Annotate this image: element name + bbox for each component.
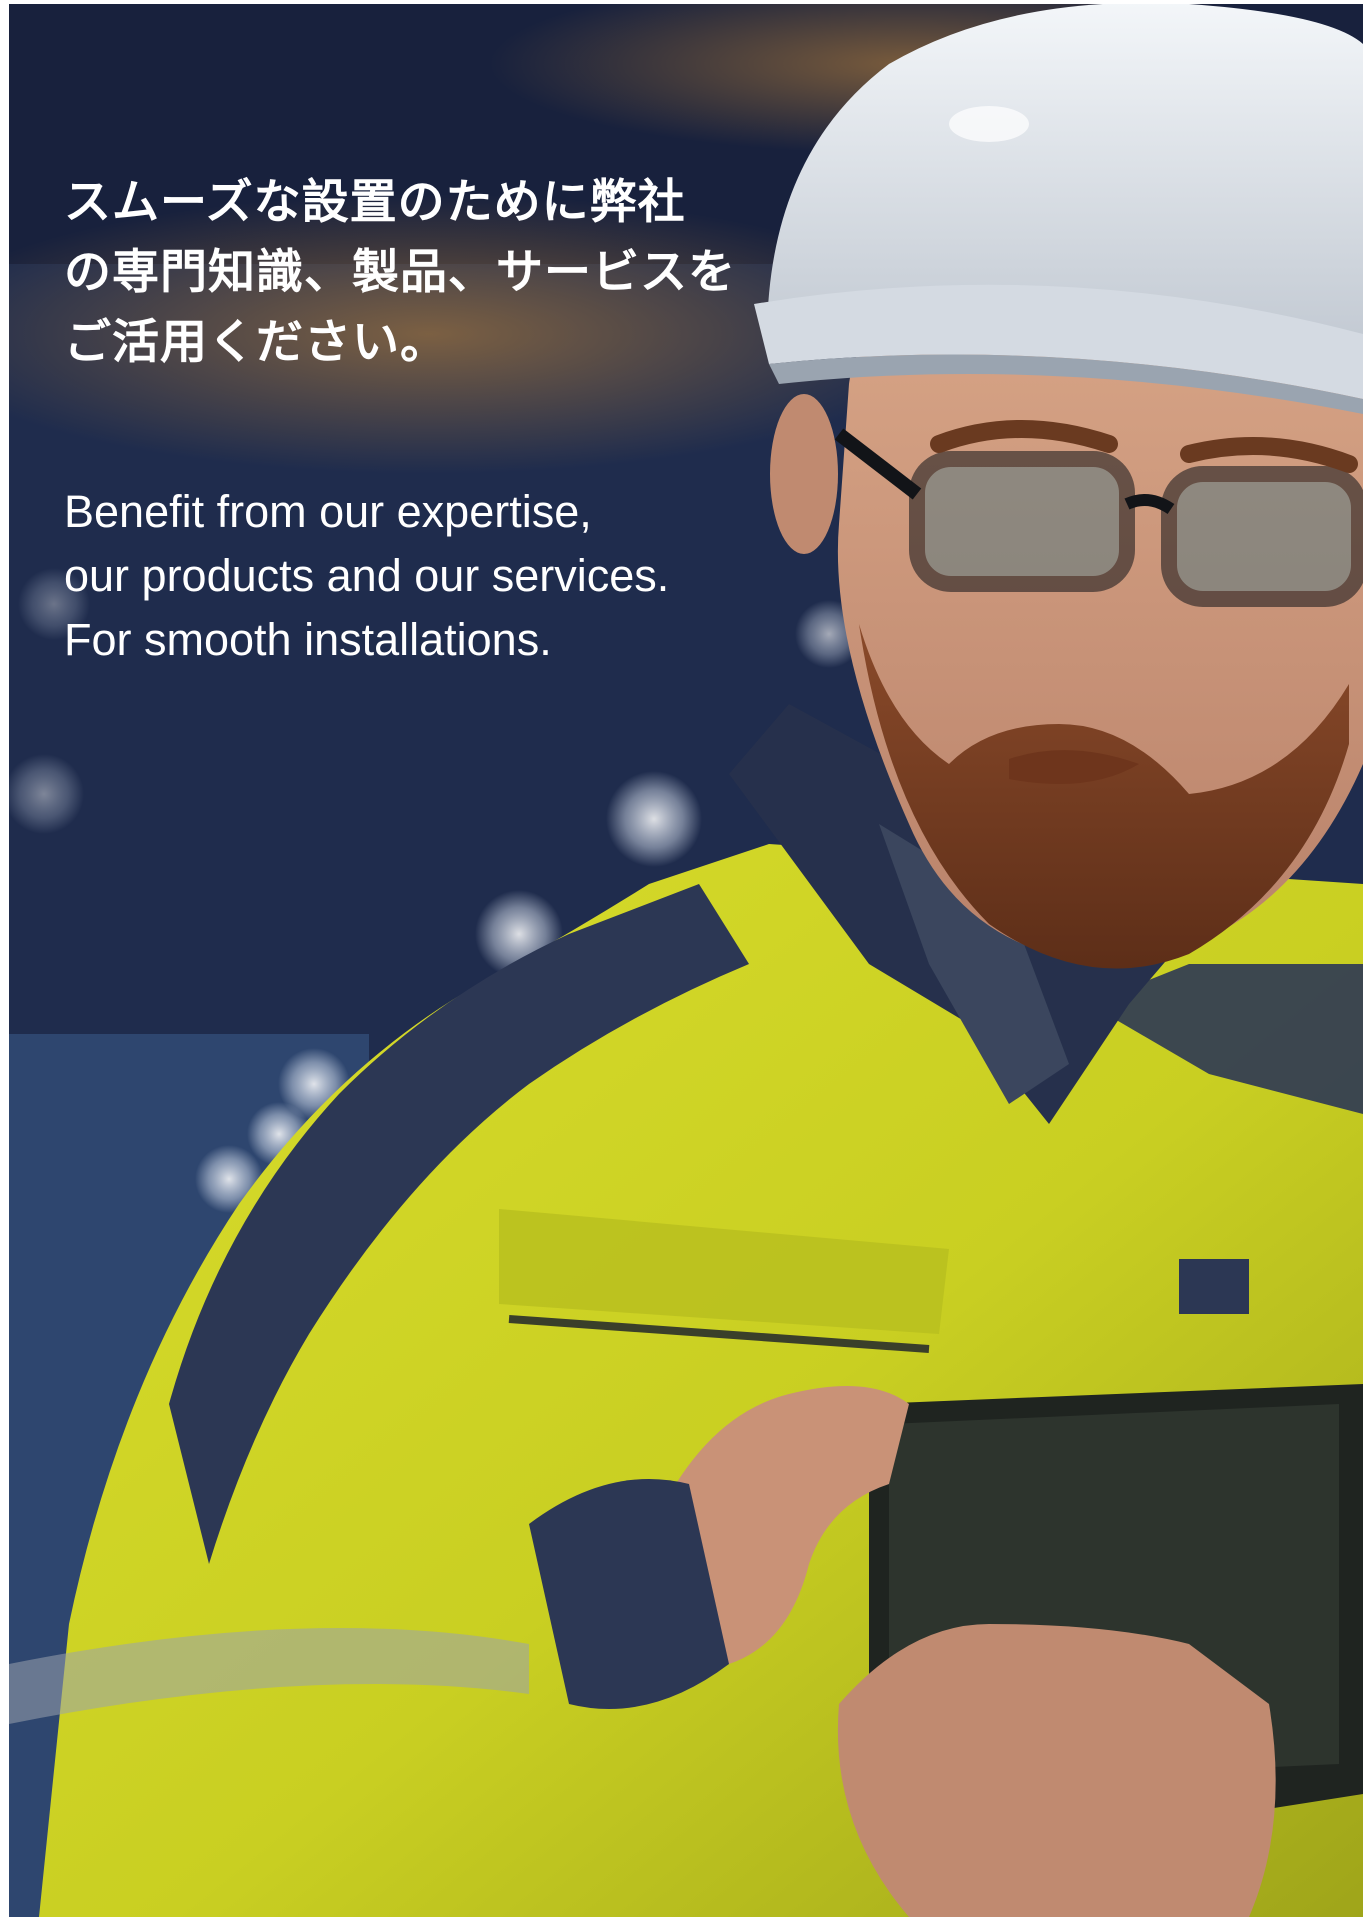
headline-english-line-1: Benefit from our expertise, xyxy=(64,486,592,537)
brochure-page: スムーズな設置のために弊社 の専門知識、製品、サービスを ご活用ください。 Be… xyxy=(0,0,1363,1917)
headline-japanese-line-1: スムーズな設置のために弊社 xyxy=(64,175,686,230)
headline-english-line-3: For smooth installations. xyxy=(64,614,552,665)
headline-japanese-line-2: の専門知識、製品、サービスを xyxy=(64,245,736,300)
headline-japanese: スムーズな設置のために弊社 の専門知識、製品、サービスを ご活用ください。 xyxy=(64,168,764,378)
headline-english-line-2: our products and our services. xyxy=(64,550,670,601)
headline-japanese-line-3: ご活用ください。 xyxy=(64,315,448,370)
headline-english: Benefit from our expertise, our products… xyxy=(64,480,764,672)
